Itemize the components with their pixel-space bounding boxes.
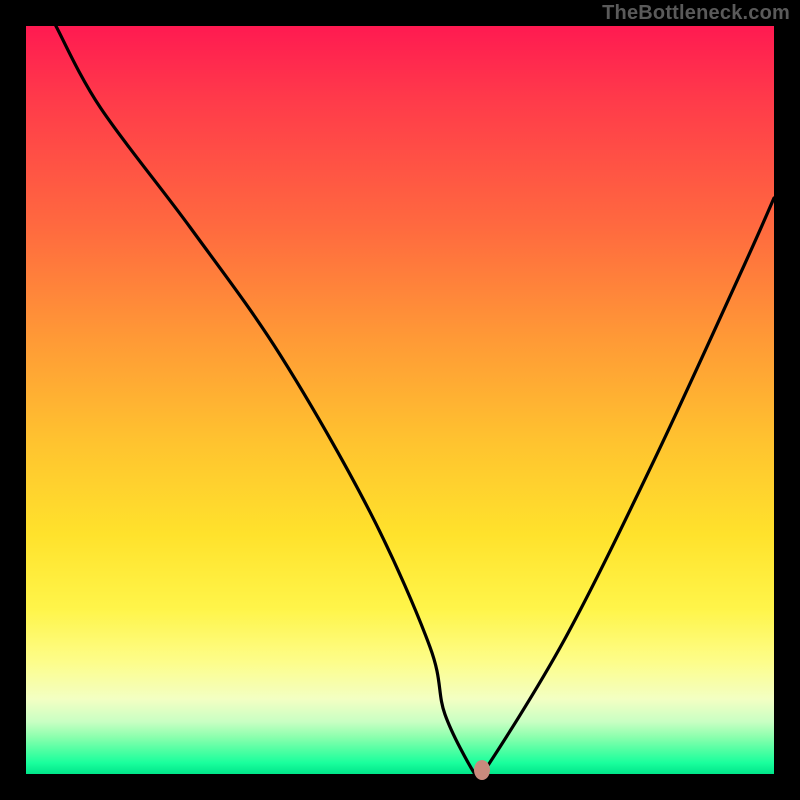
watermark-text: TheBottleneck.com: [602, 2, 790, 25]
optimal-point-marker: [474, 760, 490, 780]
chart-frame: TheBottleneck.com: [0, 0, 800, 800]
plot-area: [26, 26, 774, 774]
bottleneck-curve: [26, 26, 774, 774]
